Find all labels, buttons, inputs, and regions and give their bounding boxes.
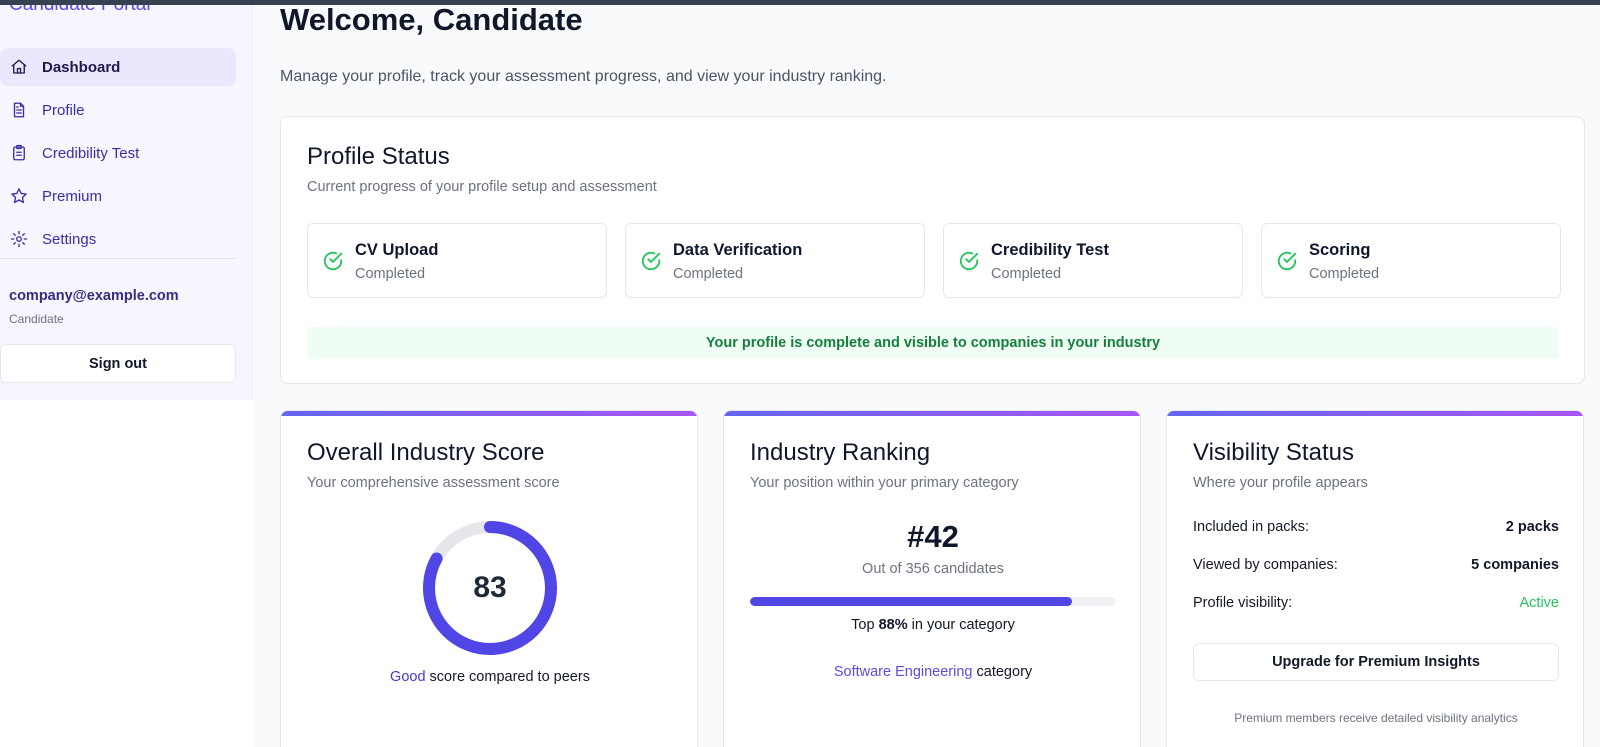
industry-ranking-card: Industry Ranking Your position within yo… (723, 410, 1141, 747)
premium-note: Premium members receive detailed visibil… (1234, 711, 1518, 725)
rank-category: Software Engineering category (724, 664, 1140, 680)
row-label: Included in packs: (1193, 519, 1310, 535)
card-title: Overall Industry Score (307, 439, 545, 466)
home-icon (10, 58, 28, 76)
category-suffix: category (972, 664, 1033, 680)
sidebar-item-premium[interactable]: Premium (0, 177, 236, 215)
sidebar-item-label: Settings (42, 230, 97, 248)
check-circle-icon (958, 250, 980, 272)
check-circle-icon (640, 250, 662, 272)
score-gauge: 83 (421, 519, 559, 657)
sidebar-item-profile[interactable]: Profile (0, 91, 236, 129)
rank-percentile-value: 88% (878, 617, 908, 633)
window-top-bar (0, 0, 1600, 5)
rank-value: #42 (907, 519, 959, 554)
step-status: Completed (991, 266, 1062, 282)
upgrade-premium-button[interactable]: Upgrade for Premium Insights (1193, 643, 1559, 681)
card-title: Profile Status (307, 143, 450, 170)
card-title: Industry Ranking (750, 439, 931, 466)
sidebar-item-label: Credibility Test (42, 144, 140, 162)
score-value: 83 (473, 571, 507, 604)
sidebar: Candidate Portal Dashboard Profile Credi… (0, 0, 253, 400)
row-label: Viewed by companies: (1193, 557, 1338, 573)
score-rating: Good (390, 669, 426, 685)
score-caption-text: score compared to peers (425, 669, 590, 685)
step-data-verification: Data Verification Completed (625, 223, 925, 298)
page-subtitle: Manage your profile, track your assessme… (280, 68, 887, 85)
step-status: Completed (673, 266, 744, 282)
step-title: Data Verification (673, 241, 803, 259)
step-title: Scoring (1309, 241, 1371, 259)
document-icon (10, 101, 28, 119)
sidebar-item-credibility-test[interactable]: Credibility Test (0, 134, 236, 172)
clipboard-icon (10, 144, 28, 162)
check-circle-icon (322, 250, 344, 272)
user-role: Candidate (9, 312, 64, 326)
row-value: 2 packs (1505, 519, 1559, 535)
row-value: 5 companies (1471, 557, 1559, 573)
step-title: CV Upload (355, 241, 439, 259)
page-title: Welcome, Candidate (280, 2, 583, 37)
category-link[interactable]: Software Engineering (834, 664, 973, 680)
card-subtitle: Current progress of your profile setup a… (307, 179, 657, 195)
rank-percentile: Top 88% in your category (724, 617, 1140, 633)
overall-score-card: Overall Industry Score Your comprehensiv… (280, 410, 698, 747)
status-badge: Active (1519, 595, 1560, 611)
rank-progress-bar (750, 597, 1116, 606)
check-circle-icon (1276, 250, 1298, 272)
gear-icon (10, 230, 28, 248)
rank-total: Out of 356 candidates (862, 561, 1004, 577)
rank-percentile-prefix: Top (851, 617, 879, 633)
star-icon (10, 187, 28, 205)
sidebar-item-dashboard[interactable]: Dashboard (0, 48, 236, 86)
main-content: Welcome, Candidate Manage your profile, … (254, 0, 1600, 747)
status-steps: CV Upload Completed Data Verification Co… (307, 223, 1561, 298)
sidebar-item-label: Profile (42, 101, 85, 119)
card-title: Visibility Status (1193, 439, 1354, 466)
sidebar-item-label: Dashboard (42, 58, 121, 76)
visibility-row-companies: Viewed by companies: 5 companies (1193, 557, 1559, 573)
visibility-status-card: Visibility Status Where your profile app… (1166, 410, 1584, 747)
user-email: company@example.com (9, 288, 179, 304)
visibility-row-packs: Included in packs: 2 packs (1193, 519, 1559, 535)
step-scoring: Scoring Completed (1261, 223, 1561, 298)
card-subtitle: Your position within your primary catego… (750, 475, 1019, 491)
sidebar-nav: Dashboard Profile Credibility Test Premi… (0, 48, 236, 263)
step-status: Completed (355, 266, 426, 282)
row-label: Profile visibility: (1193, 595, 1293, 611)
step-cv-upload: CV Upload Completed (307, 223, 607, 298)
step-title: Credibility Test (991, 241, 1109, 259)
step-status: Completed (1309, 266, 1380, 282)
sidebar-divider (0, 258, 236, 259)
rank-percentile-suffix: in your category (907, 617, 1015, 633)
sidebar-item-settings[interactable]: Settings (0, 220, 236, 258)
rank-progress-fill (750, 597, 1073, 606)
card-subtitle: Where your profile appears (1193, 475, 1368, 491)
sidebar-item-label: Premium (42, 187, 103, 205)
profile-complete-banner: Your profile is complete and visible to … (307, 327, 1559, 359)
profile-status-card: Profile Status Current progress of your … (280, 116, 1585, 384)
card-subtitle: Your comprehensive assessment score (307, 475, 560, 491)
sign-out-button[interactable]: Sign out (0, 344, 236, 383)
score-caption: Good score compared to peers (281, 669, 697, 685)
visibility-row-profile: Profile visibility: Active (1193, 595, 1559, 611)
step-credibility-test: Credibility Test Completed (943, 223, 1243, 298)
